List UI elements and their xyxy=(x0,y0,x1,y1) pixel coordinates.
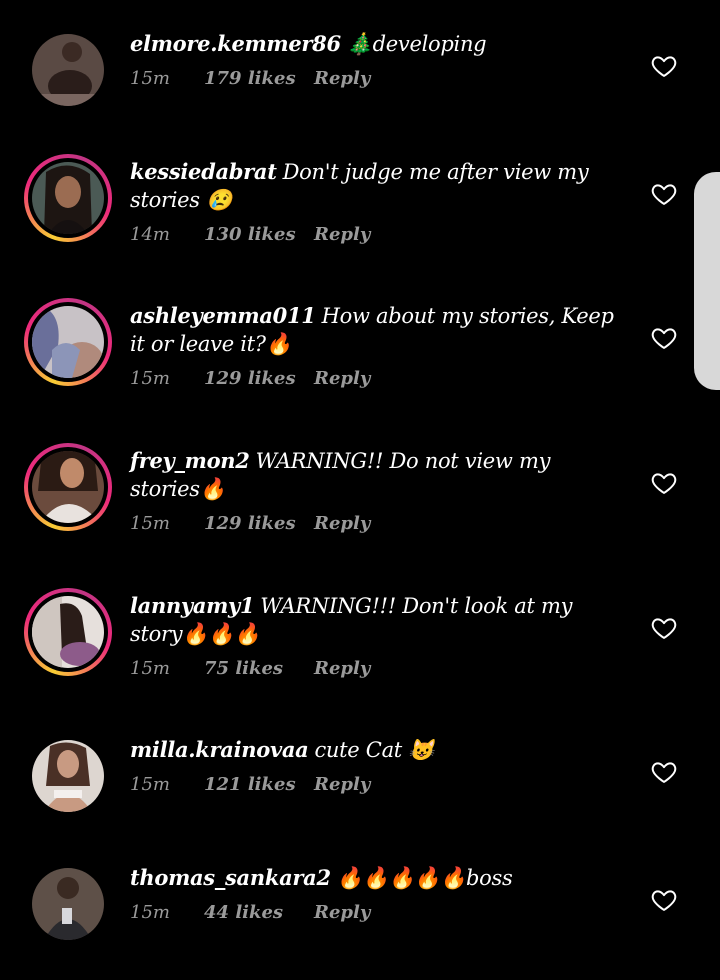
avatar-photo-icon xyxy=(32,451,104,523)
like-button[interactable] xyxy=(650,758,678,786)
comment-body: 🎄developing xyxy=(346,32,487,56)
scroll-handle[interactable] xyxy=(694,172,720,390)
comment-body: 🔥🔥🔥🔥🔥boss xyxy=(336,866,513,890)
avatar[interactable] xyxy=(32,868,104,940)
like-button[interactable] xyxy=(650,469,678,497)
comment-likes[interactable]: 179 likes xyxy=(204,68,314,89)
heart-outline-icon xyxy=(651,618,677,639)
comment-likes[interactable]: 129 likes xyxy=(204,368,314,389)
avatar-photo-icon xyxy=(32,868,104,940)
comment-text: kessiedabrat Don't judge me after view my… xyxy=(130,158,620,214)
reply-button[interactable]: Reply xyxy=(314,224,370,245)
comment-username[interactable]: kessiedabrat xyxy=(130,159,277,184)
comment-text: lannyamy1 WARNING!!! Don't look at my sto… xyxy=(130,592,620,648)
avatar-photo-icon xyxy=(32,34,104,106)
heart-outline-icon xyxy=(651,890,677,911)
like-button[interactable] xyxy=(650,180,678,208)
comment-meta: 15m 129 likes Reply xyxy=(130,368,620,389)
comment-meta: 15m 75 likes Reply xyxy=(130,658,620,679)
reply-button[interactable]: Reply xyxy=(314,902,370,923)
comment-meta: 15m 179 likes Reply xyxy=(130,68,620,89)
comment-username[interactable]: milla.krainovaa xyxy=(130,737,309,762)
avatar[interactable] xyxy=(32,740,104,812)
comment-text: ashleyemma011 How about my stories, Keep … xyxy=(130,302,620,358)
comment-time: 14m xyxy=(130,224,170,245)
comment-username[interactable]: frey_mon2 xyxy=(130,448,250,473)
comment-meta: 15m 129 likes Reply xyxy=(130,513,620,534)
reply-button[interactable]: Reply xyxy=(314,774,370,795)
comment-time: 15m xyxy=(130,774,170,795)
comment-body: cute Cat 😺 xyxy=(314,738,435,762)
heart-outline-icon xyxy=(651,762,677,783)
comment-username[interactable]: ashleyemma011 xyxy=(130,303,316,328)
comment-time: 15m xyxy=(130,513,170,534)
comment-likes[interactable]: 75 likes xyxy=(204,658,314,679)
comment-likes[interactable]: 121 likes xyxy=(204,774,314,795)
reply-button[interactable]: Reply xyxy=(314,68,370,89)
avatar[interactable] xyxy=(32,34,104,106)
comment-username[interactable]: elmore.kemmer86 xyxy=(130,31,341,56)
comment-username[interactable]: lannyamy1 xyxy=(130,593,255,618)
heart-outline-icon xyxy=(651,328,677,349)
comment-likes[interactable]: 129 likes xyxy=(204,513,314,534)
comment-meta: 15m 44 likes Reply xyxy=(130,902,620,923)
reply-button[interactable]: Reply xyxy=(314,513,370,534)
heart-outline-icon xyxy=(651,56,677,77)
heart-outline-icon xyxy=(651,184,677,205)
reply-button[interactable]: Reply xyxy=(314,368,370,389)
reply-button[interactable]: Reply xyxy=(314,658,370,679)
like-button[interactable] xyxy=(650,52,678,80)
avatar-photo-icon xyxy=(32,596,104,668)
heart-outline-icon xyxy=(651,473,677,494)
like-button[interactable] xyxy=(650,886,678,914)
like-button[interactable] xyxy=(650,614,678,642)
avatar[interactable] xyxy=(24,443,112,531)
comment-meta: 14m 130 likes Reply xyxy=(130,224,620,245)
avatar-photo-icon xyxy=(32,306,104,378)
comment-time: 15m xyxy=(130,368,170,389)
comment-username[interactable]: thomas_sankara2 xyxy=(130,865,331,890)
avatar-photo-icon xyxy=(32,162,104,234)
comment-text: elmore.kemmer86 🎄developing xyxy=(130,30,620,58)
comment-likes[interactable]: 130 likes xyxy=(204,224,314,245)
comment-time: 15m xyxy=(130,902,170,923)
comment-text: thomas_sankara2 🔥🔥🔥🔥🔥boss xyxy=(130,864,620,892)
comment-likes[interactable]: 44 likes xyxy=(204,902,314,923)
comment-text: frey_mon2 WARNING!! Do not view my storie… xyxy=(130,447,620,503)
avatar[interactable] xyxy=(24,298,112,386)
like-button[interactable] xyxy=(650,324,678,352)
comment-time: 15m xyxy=(130,658,170,679)
comment-time: 15m xyxy=(130,68,170,89)
comment-meta: 15m 121 likes Reply xyxy=(130,774,620,795)
avatar[interactable] xyxy=(24,588,112,676)
avatar[interactable] xyxy=(24,154,112,242)
comment-text: milla.krainovaa cute Cat 😺 xyxy=(130,736,620,764)
avatar-photo-icon xyxy=(32,740,104,812)
